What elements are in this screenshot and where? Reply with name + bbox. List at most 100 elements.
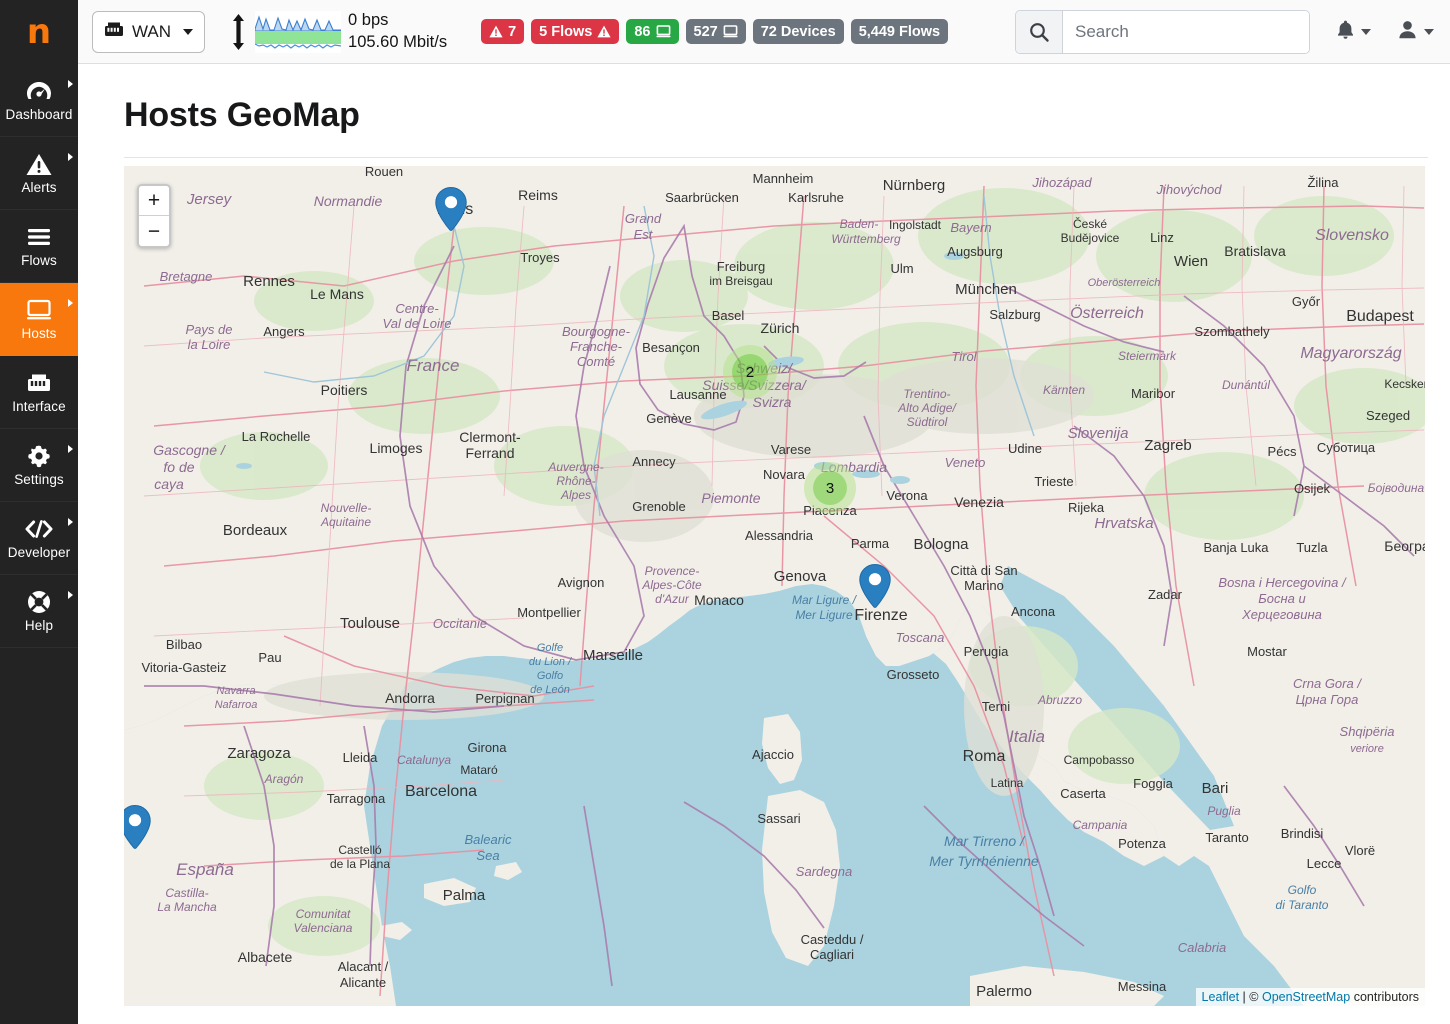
warning-icon <box>26 151 52 177</box>
map-label: Bari <box>1202 780 1229 797</box>
badge-engaged-alerts[interactable]: 7 <box>481 19 524 44</box>
map-label: Magyarország <box>1300 345 1401 362</box>
map-label: Novara <box>763 467 806 482</box>
map-label: Piacenza <box>803 503 857 518</box>
badge-label: 527 <box>694 24 718 40</box>
map-label: Roma <box>963 748 1006 765</box>
map-host-pin[interactable] <box>124 804 152 849</box>
map-label: Osijek <box>1294 481 1331 496</box>
chevron-right-icon <box>68 153 73 161</box>
sidebar-item-alerts[interactable]: Alerts <box>0 137 78 210</box>
map-label: Catalunya <box>397 753 451 767</box>
badge-devices[interactable]: 72 Devices <box>753 19 844 44</box>
map-label: Marino <box>964 578 1004 593</box>
sidebar-item-developer[interactable]: Developer <box>0 502 78 575</box>
map-label: Perpignan <box>475 691 534 706</box>
map-host-pin[interactable] <box>858 563 892 608</box>
map-label: Abruzzo <box>1037 693 1082 707</box>
map-label: Tirol <box>951 349 977 364</box>
sidebar-item-hosts[interactable]: Hosts <box>0 283 78 356</box>
map-label: Босна и <box>1258 591 1305 606</box>
app-logo[interactable]: n <box>0 0 78 64</box>
chevron-down-icon <box>183 29 193 35</box>
map-label: Bologna <box>913 536 969 553</box>
map-label: Genève <box>646 411 692 426</box>
map-label: Toulouse <box>340 615 400 632</box>
user-menu[interactable] <box>1397 19 1434 45</box>
map-label: Golfo <box>537 670 563 682</box>
badge-total-hosts[interactable]: 527 <box>686 19 746 44</box>
sidebar-item-interface[interactable]: Interface <box>0 356 78 429</box>
top-bar: WAN 0 bps 105.60 Mbit/s 7 5 Flows 86 527 72 … <box>78 0 1450 64</box>
interface-selector[interactable]: WAN <box>92 11 205 53</box>
search-input[interactable] <box>1063 11 1309 53</box>
sidebar-item-settings[interactable]: Settings <box>0 429 78 502</box>
sidebar-item-label: Alerts <box>21 181 56 195</box>
map-label: Kärnten <box>1043 383 1085 397</box>
ethernet-icon <box>26 370 52 396</box>
zoom-in-button[interactable]: + <box>139 186 169 216</box>
map-label: Alicante <box>340 975 386 990</box>
sidebar-item-label: Dashboard <box>6 108 73 122</box>
map-cluster-marker[interactable]: 2 <box>732 354 768 390</box>
map-label: Tarragona <box>327 791 386 806</box>
map-label: Limoges <box>370 440 423 456</box>
map-label: Ferrand <box>465 445 514 461</box>
map-label: Mer Tyrrhénienne <box>929 853 1039 869</box>
badge-flow-alerts[interactable]: 5 Flows <box>531 19 619 44</box>
monitor-icon <box>723 25 738 38</box>
map-label: La Rochelle <box>242 429 311 444</box>
traffic-widget[interactable]: 0 bps 105.60 Mbit/s <box>229 10 447 52</box>
map-label: Alacant / <box>338 959 389 974</box>
map-label: Nürnberg <box>883 177 946 194</box>
map-label: Veneto <box>945 455 986 470</box>
map-label: Freiburg <box>717 259 765 274</box>
badge-flows[interactable]: 5,449 Flows <box>851 19 948 44</box>
search-icon[interactable] <box>1016 11 1063 53</box>
map-label: Bourgogne- <box>562 324 631 339</box>
warning-icon <box>597 25 611 38</box>
map-label: Sea <box>476 848 499 863</box>
map-label: Firenze <box>854 607 907 624</box>
hosts-geomap[interactable]: JerseyRouenReimsParisSaarbrückenKarlsruh… <box>124 166 1425 1006</box>
map-label: Jihozápad <box>1031 175 1092 190</box>
map-label: Bayern <box>950 220 991 235</box>
map-host-pin[interactable] <box>434 186 468 231</box>
map-cluster-marker[interactable]: 3 <box>813 471 847 505</box>
map-label: Zadar <box>1148 587 1183 602</box>
map-label: München <box>955 281 1017 298</box>
map-label: Württemberg <box>831 232 901 246</box>
map-label: Szombathely <box>1194 324 1270 339</box>
map-label: Cagliari <box>810 947 854 962</box>
sidebar-item-flows[interactable]: Flows <box>0 210 78 283</box>
chevron-down-icon <box>1361 29 1371 35</box>
map-label: Annecy <box>632 454 676 469</box>
list-icon <box>26 224 52 250</box>
map-label: Monaco <box>694 592 744 608</box>
zoom-out-button[interactable]: − <box>139 216 169 246</box>
map-label: Balearic <box>465 832 512 847</box>
map-label: Mer Ligure <box>795 608 853 622</box>
map-label: Lausanne <box>669 387 726 402</box>
map-label: Dunántúl <box>1222 378 1270 392</box>
badge-label: 5 Flows <box>539 24 592 40</box>
sidebar-item-label: Interface <box>12 400 65 414</box>
sidebar-item-help[interactable]: Help <box>0 575 78 648</box>
map-label: Grosseto <box>887 667 940 682</box>
chevron-right-icon <box>68 518 73 526</box>
openstreetmap-link[interactable]: OpenStreetMap <box>1262 990 1350 1004</box>
map-label: Albacete <box>238 949 293 965</box>
map-label: Wien <box>1174 253 1208 270</box>
map-label: Alpes-Côte <box>641 578 702 592</box>
map-label: Maribor <box>1131 386 1176 401</box>
map-label: Reims <box>518 187 558 203</box>
leaflet-link[interactable]: Leaflet <box>1202 990 1240 1004</box>
map-label: Campania <box>1073 818 1128 832</box>
notifications-menu[interactable] <box>1336 19 1371 45</box>
download-rate: 105.60 Mbit/s <box>348 32 447 53</box>
map-label: Angers <box>263 324 305 339</box>
sidebar-item-dashboard[interactable]: Dashboard <box>0 64 78 137</box>
badge-active-hosts[interactable]: 86 <box>626 19 678 44</box>
map-label: di Taranto <box>1276 898 1329 912</box>
user-icon <box>1397 19 1418 45</box>
